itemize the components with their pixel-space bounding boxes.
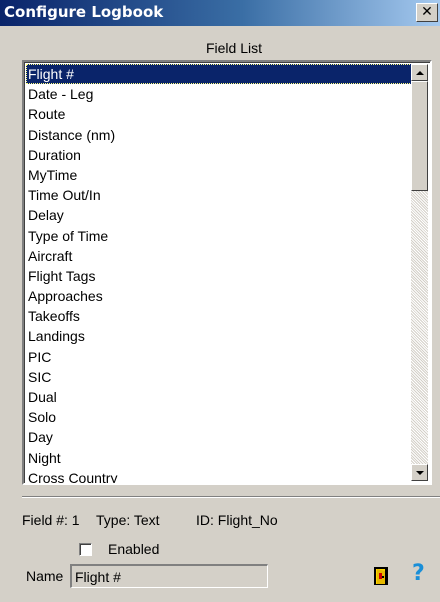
list-item[interactable]: Approaches [26, 286, 412, 306]
separator [22, 496, 440, 498]
list-item[interactable]: PIC [26, 347, 412, 367]
help-icon[interactable]: ? [412, 561, 425, 587]
list-item[interactable]: Type of Time [26, 226, 412, 246]
field-listbox[interactable]: Flight # Date - Leg Route Distance (nm) Dura… [22, 60, 432, 485]
list-item[interactable]: Distance (nm) [26, 125, 412, 145]
list-item[interactable]: Date - Leg [26, 84, 412, 104]
field-type-text: Type: Text [96, 512, 160, 528]
name-input[interactable] [70, 564, 268, 588]
field-list-items: Flight # Date - Leg Route Distance (nm) Dura… [26, 64, 412, 483]
scroll-down-button[interactable] [411, 464, 428, 481]
scroll-thumb[interactable] [411, 81, 428, 191]
field-list-label: Field List [205, 40, 262, 56]
field-number-text: Field #: 1 [22, 512, 80, 528]
title-bar[interactable]: Configure Logbook ✕ [0, 0, 440, 26]
list-item[interactable]: Aircraft [26, 246, 412, 266]
list-item[interactable]: Dual [26, 387, 412, 407]
list-item[interactable]: MyTime [26, 165, 412, 185]
exit-door-icon[interactable] [373, 566, 389, 586]
close-button[interactable]: ✕ [416, 3, 438, 22]
list-item[interactable]: Takeoffs [26, 306, 412, 326]
list-item[interactable]: Time Out/In [26, 185, 412, 205]
close-icon: ✕ [421, 4, 433, 20]
scroll-up-button[interactable] [411, 64, 428, 81]
list-item[interactable]: Landings [26, 326, 412, 346]
name-label: Name [26, 568, 64, 584]
arrow-down-icon [416, 471, 424, 475]
list-item[interactable]: SIC [26, 367, 412, 387]
list-item[interactable]: Route [26, 104, 412, 124]
list-item[interactable]: Day [26, 427, 412, 447]
list-item[interactable]: Delay [26, 205, 412, 225]
configure-logbook-window: Configure Logbook ✕ Field List Flight # D… [0, 0, 440, 602]
list-item[interactable]: Flight Tags [26, 266, 412, 286]
list-item[interactable]: Duration [26, 145, 412, 165]
window-title: Configure Logbook [4, 3, 164, 21]
list-item[interactable]: Flight # [26, 64, 412, 85]
enabled-label: Enabled [108, 541, 160, 557]
list-item[interactable]: Solo [26, 407, 412, 427]
list-item[interactable]: Night [26, 448, 412, 468]
vertical-scrollbar[interactable] [411, 64, 428, 481]
enabled-checkbox[interactable] [79, 543, 92, 556]
field-id-text: ID: Flight_No [196, 512, 278, 528]
list-item[interactable]: Cross Country [26, 468, 412, 483]
arrow-up-icon [416, 71, 424, 75]
